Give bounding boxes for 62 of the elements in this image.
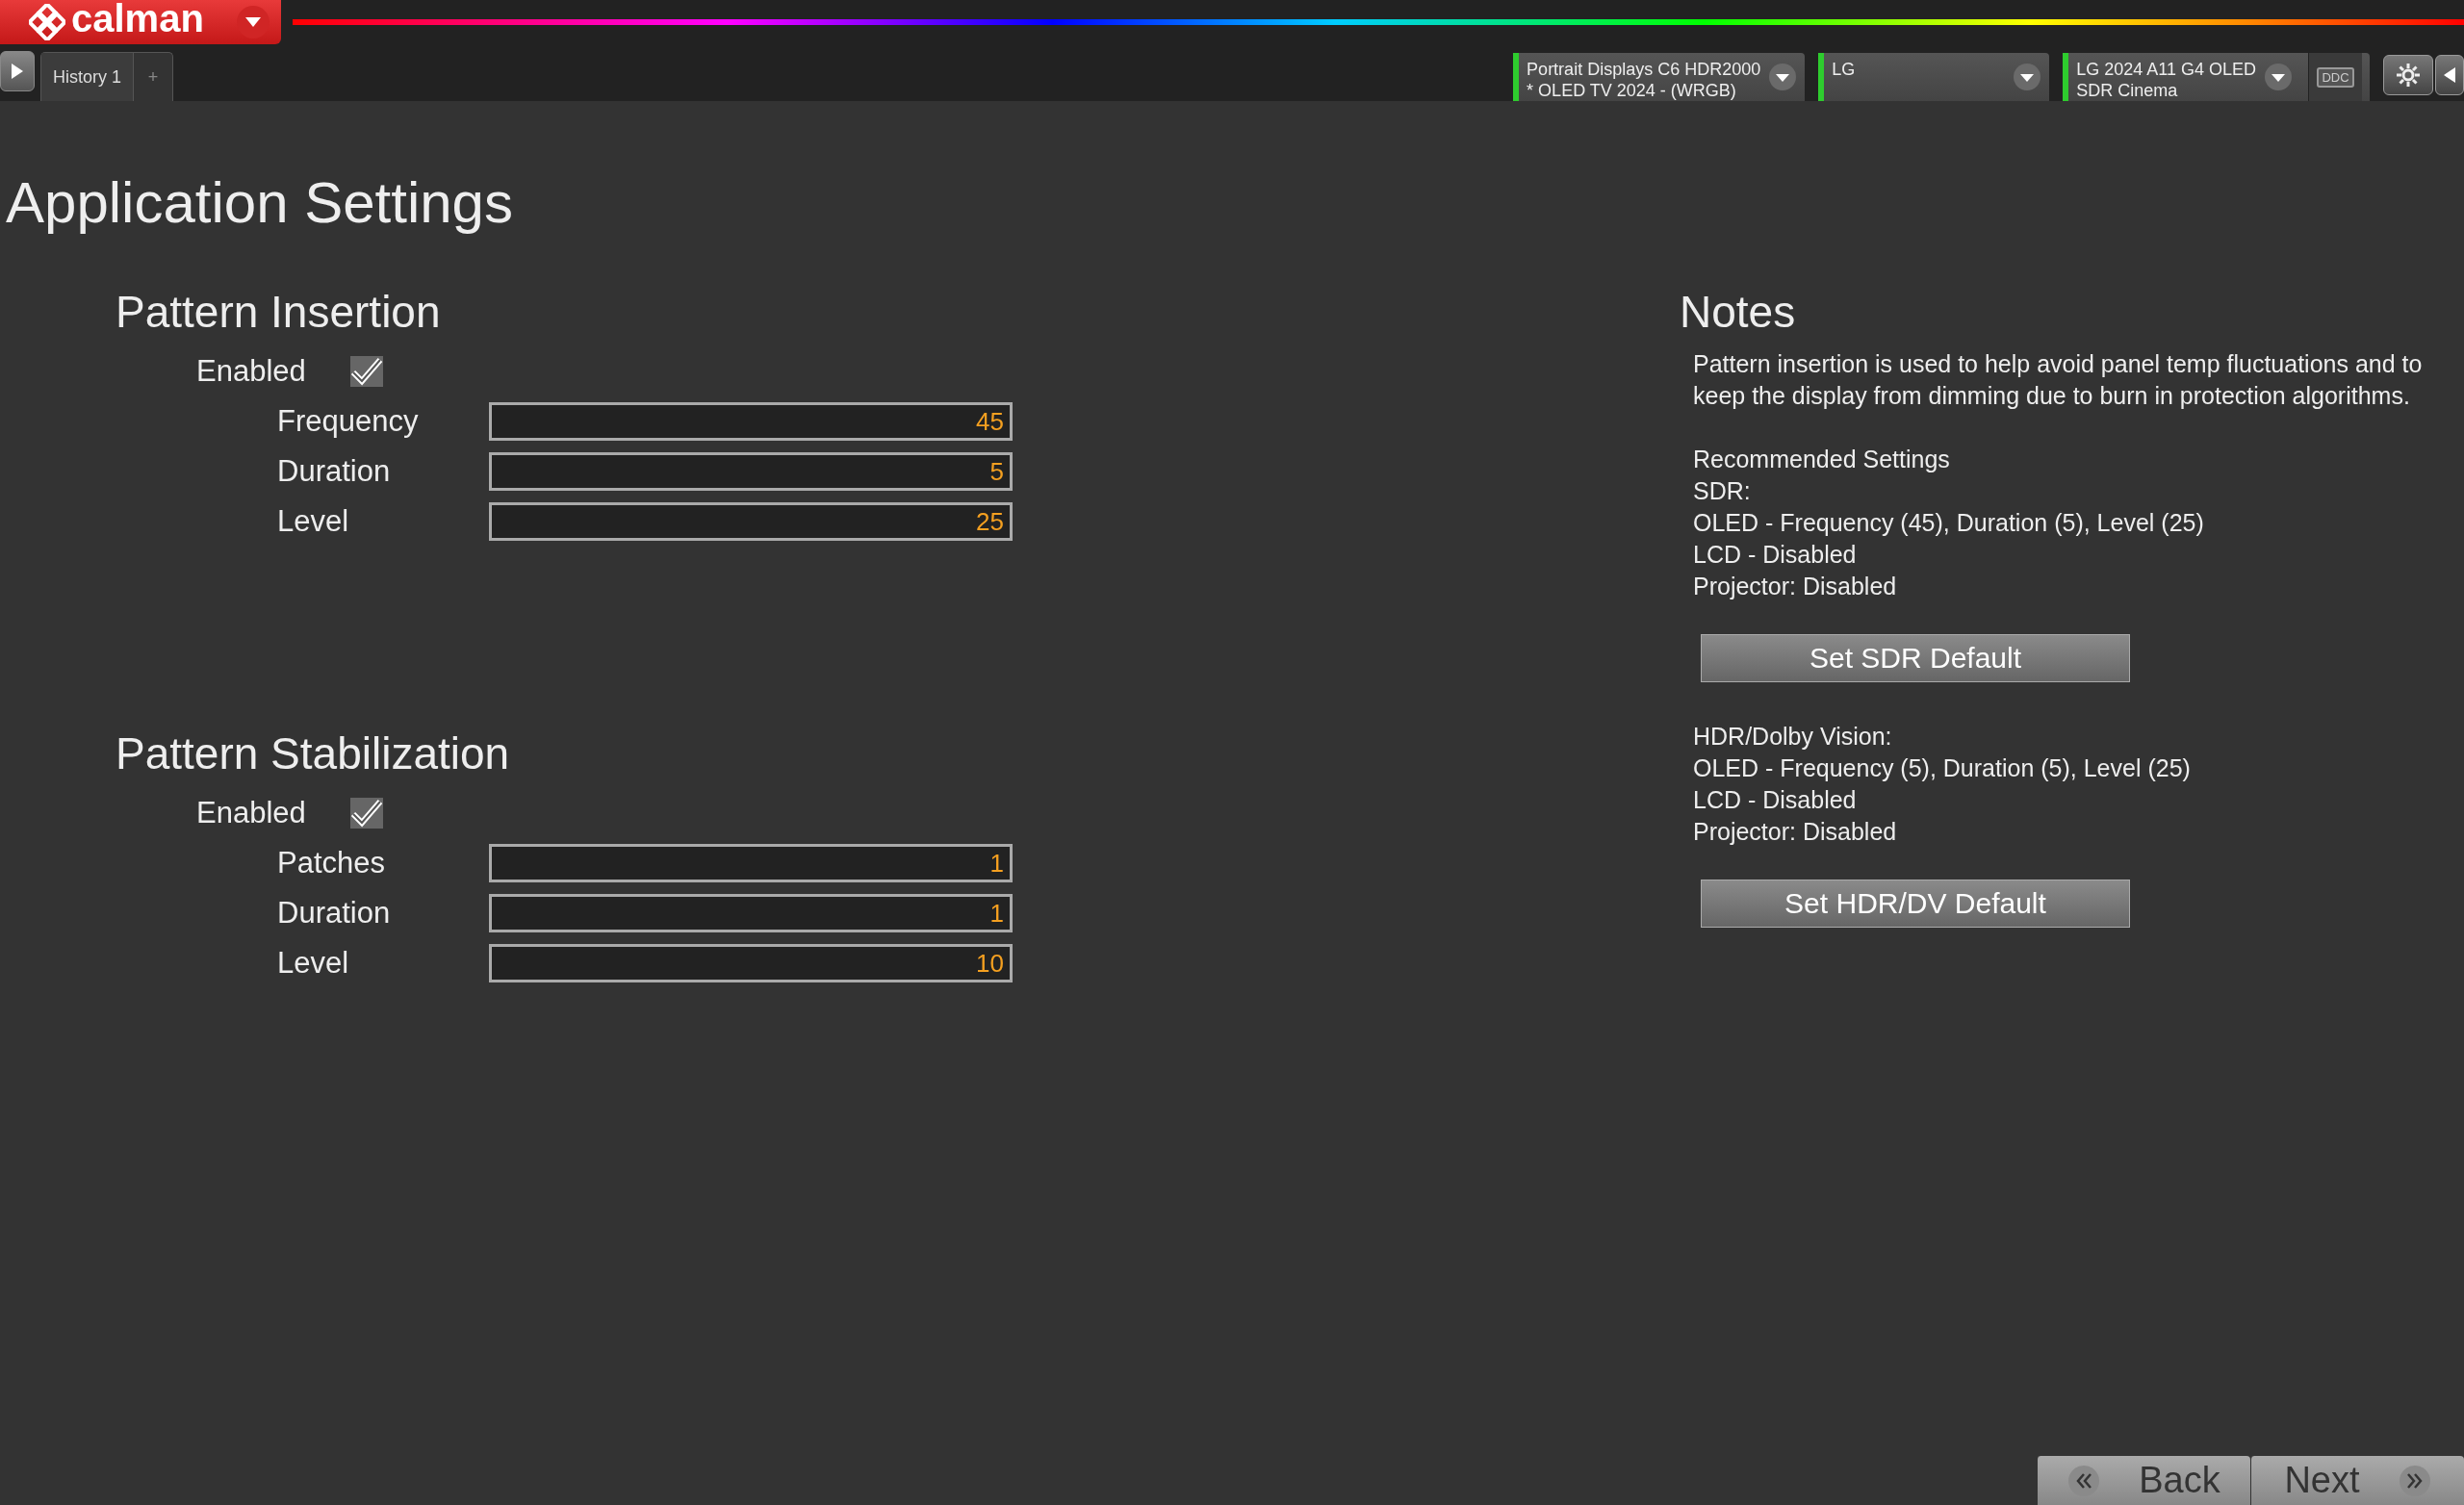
page-title: Application Settings (6, 169, 514, 237)
checkmark-icon (349, 357, 383, 386)
enabled-checkbox[interactable] (349, 798, 383, 829)
dropdown-caret-icon (2264, 63, 2293, 91)
device-detail: * OLED TV 2024 - (WRGB) (1527, 80, 1737, 101)
double-chevron-right-icon (2398, 1464, 2431, 1497)
play-button[interactable] (0, 51, 35, 91)
enabled-label: Enabled (196, 796, 306, 830)
device-detail: SDR Cinema (2076, 80, 2179, 101)
input-field[interactable]: 45 (489, 402, 1013, 441)
notes-line: Projector: Disabled (1693, 817, 1898, 847)
input-field[interactable]: 25 (489, 502, 1013, 541)
field-label: Frequency (277, 404, 420, 439)
device-name: Portrait Displays C6 HDR2000 (1527, 59, 1761, 80)
notes-line: Projector: Disabled (1693, 572, 1898, 601)
dropdown-caret-icon (1768, 63, 1798, 91)
input-field[interactable]: 5 (489, 452, 1013, 491)
default-button[interactable]: Set HDR/DV Default (1701, 880, 2130, 928)
input-field[interactable]: 10 (489, 944, 1013, 982)
notes-line: HDR/Dolby Vision: (1693, 722, 1893, 752)
ddc-label: DDC (2317, 66, 2354, 88)
input-field[interactable]: 1 (489, 844, 1013, 882)
device-dropdown[interactable]: LG (1818, 53, 2050, 101)
field-label: Duration (277, 896, 392, 931)
caret-icon (245, 17, 261, 27)
field-label: Duration (277, 454, 392, 489)
section-title: Pattern Insertion (116, 286, 442, 339)
notes-paragraph: Pattern insertion is used to help avoid panel temp fluctuations and to keep the display from dimming due to burn in protection algorithms. (1693, 349, 2424, 411)
notes-line: OLED - Frequency (5), Duration (5), Level (25) (1693, 753, 2192, 783)
checkmark-icon (349, 799, 383, 828)
section-title: Pattern Stabilization (116, 727, 511, 780)
new-tab-button[interactable]: + (134, 53, 172, 101)
device-dropdown[interactable]: Portrait Displays C6 HDR2000 * OLED TV 2024 - (WRGB) (1513, 53, 1806, 101)
notes-line: Recommended Settings (1693, 445, 1951, 474)
diamond-logo-icon (29, 4, 65, 40)
device-name: LG (1832, 59, 1857, 80)
field-label: Level (277, 946, 350, 981)
notes-title: Notes (1680, 286, 1797, 339)
dropdown-caret-icon (2013, 63, 2042, 91)
input-field[interactable]: 1 (489, 894, 1013, 932)
device-dropdown[interactable]: LG 2024 A11 G4 OLED SDR Cinema DDC (2063, 53, 2370, 101)
notes-line: LCD - Disabled (1693, 785, 1858, 815)
play-icon (12, 64, 23, 79)
field-label: Level (277, 504, 350, 539)
app-name: calman (71, 0, 204, 38)
settings-button[interactable] (2383, 55, 2433, 95)
notes-line: SDR: (1693, 476, 1752, 506)
field-label: Patches (277, 846, 386, 880)
notes-line: LCD - Disabled (1693, 540, 1858, 570)
next-button[interactable]: Next (2250, 1456, 2464, 1505)
default-button[interactable]: Set SDR Default (1701, 634, 2130, 682)
history-tab[interactable]: History 1 (41, 53, 134, 101)
enabled-checkbox[interactable] (349, 356, 383, 387)
collapse-button[interactable] (2435, 55, 2464, 95)
back-button[interactable]: Back (2037, 1456, 2250, 1505)
settings-icon (2395, 62, 2422, 89)
enabled-label: Enabled (196, 354, 306, 389)
device-name: LG 2024 A11 G4 OLED (2076, 59, 2256, 80)
ddc-button[interactable]: DDC (2308, 53, 2362, 101)
left-arrow-icon (2444, 67, 2455, 83)
double-chevron-left-icon (2067, 1464, 2101, 1497)
notes-line: OLED - Frequency (45), Duration (5), Level (25) (1693, 508, 2205, 538)
